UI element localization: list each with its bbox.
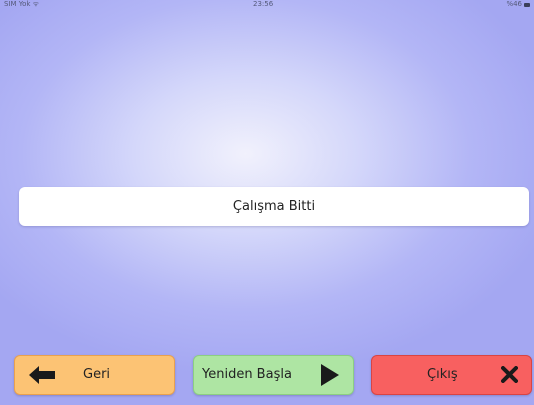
close-icon: [501, 366, 518, 383]
exit-button-label: Çıkış: [427, 367, 458, 382]
play-icon: [321, 364, 339, 386]
completion-message-text: Çalışma Bitti: [232, 199, 316, 214]
restart-button-label: Yeniden Başla: [202, 367, 292, 382]
back-button-label: Geri: [83, 367, 111, 382]
restart-button[interactable]: Yeniden Başla: [193, 355, 354, 395]
clock: 23:56: [253, 0, 274, 8]
status-bar: SIM Yok ᯤ 23:56 %46: [0, 0, 534, 9]
exit-button[interactable]: Çıkış: [371, 355, 532, 395]
battery-percent: %46: [506, 0, 522, 8]
arrow-left-icon: [29, 366, 55, 384]
battery-indicator: %46: [506, 0, 530, 8]
back-button[interactable]: Geri: [14, 355, 175, 395]
carrier-label: SIM Yok ᯤ: [4, 0, 40, 8]
completion-message: Çalışma Bitti: [19, 187, 529, 226]
battery-icon: [524, 2, 530, 7]
